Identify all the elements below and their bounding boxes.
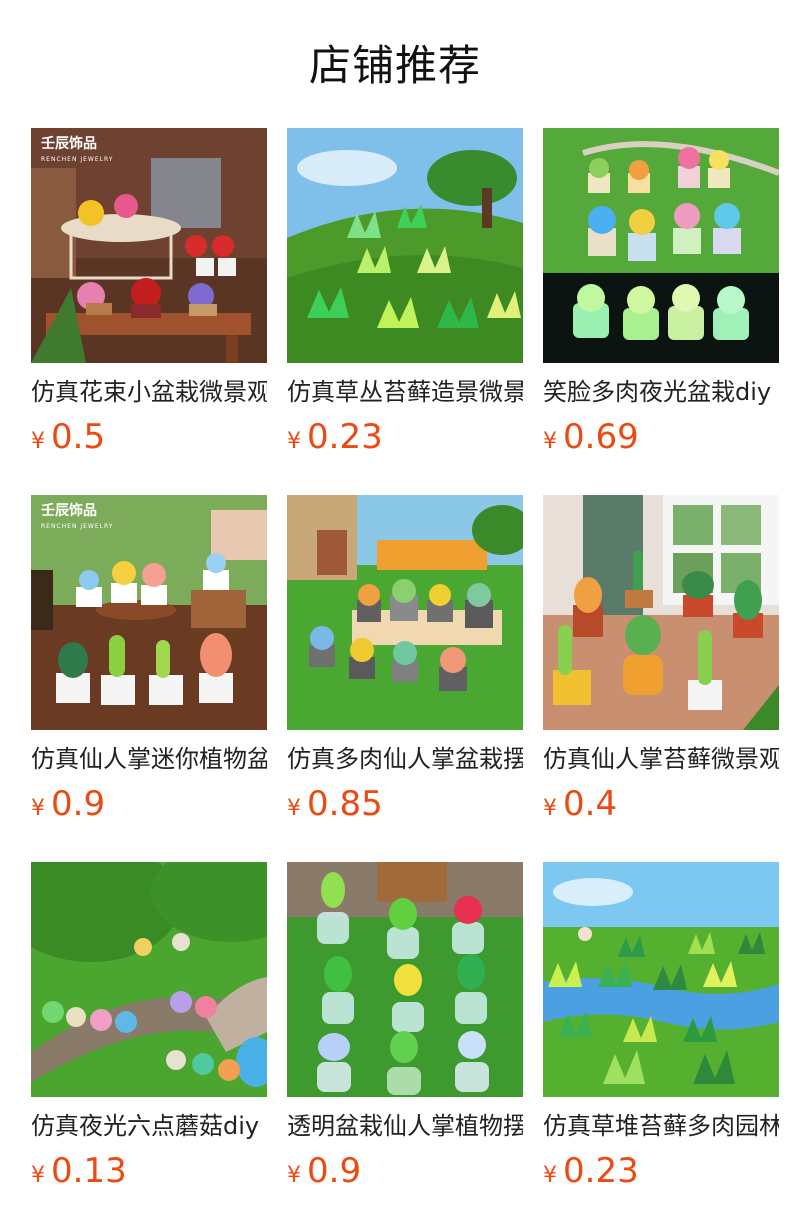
product-price: ¥0.9 <box>31 782 105 826</box>
product-card[interactable]: 仿真多肉仙人掌盆栽摆件 ¥0.85 <box>287 495 523 835</box>
currency-symbol: ¥ <box>31 1163 45 1188</box>
price-value: 0.85 <box>307 784 383 824</box>
currency-symbol: ¥ <box>543 1163 557 1188</box>
product-image-succulent-pots[interactable] <box>287 495 523 730</box>
currency-symbol: ¥ <box>543 429 557 454</box>
product-image-glowing-succulents[interactable] <box>543 128 779 363</box>
product-card[interactable]: 仿真夜光六点蘑菇diy ¥0.13 <box>31 862 267 1202</box>
product-name[interactable]: 仿真草丛苔藓造景微景观 <box>287 374 523 410</box>
product-card[interactable]: 壬辰饰品 RENCHEN JEWELRY 仿真花束小盆栽微景观 ¥0.5 <box>31 128 267 468</box>
product-name[interactable]: 笑脸多肉夜光盆栽diy <box>543 374 779 410</box>
product-price: ¥0.5 <box>31 415 105 459</box>
price-value: 0.23 <box>563 1151 639 1191</box>
product-name[interactable]: 仿真仙人掌迷你植物盆栽 <box>31 741 267 777</box>
product-image-flower-pots[interactable]: 壬辰饰品 RENCHEN JEWELRY <box>31 128 267 363</box>
product-image-cactus-moss[interactable] <box>543 495 779 730</box>
product-image-clear-cactus[interactable] <box>287 862 523 1097</box>
product-image-grass-clumps[interactable] <box>287 128 523 363</box>
product-price: ¥0.23 <box>543 1149 639 1193</box>
product-price: ¥0.4 <box>543 782 617 826</box>
product-name[interactable]: 仿真夜光六点蘑菇diy <box>31 1108 267 1144</box>
product-price: ¥0.69 <box>543 415 639 459</box>
product-name[interactable]: 仿真仙人掌苔藓微景观 <box>543 741 779 777</box>
product-name[interactable]: 透明盆栽仙人掌植物摆件 <box>287 1108 523 1144</box>
price-value: 0.13 <box>51 1151 127 1191</box>
product-price: ¥0.85 <box>287 782 383 826</box>
currency-symbol: ¥ <box>543 796 557 821</box>
currency-symbol: ¥ <box>287 429 301 454</box>
brand-watermark: 壬辰饰品 RENCHEN JEWELRY <box>41 136 114 163</box>
product-price: ¥0.13 <box>31 1149 127 1193</box>
currency-symbol: ¥ <box>31 429 45 454</box>
price-value: 0.69 <box>563 417 639 457</box>
product-card[interactable]: 仿真仙人掌苔藓微景观 ¥0.4 <box>543 495 779 835</box>
product-card[interactable]: 仿真草堆苔藓多肉园林 ¥0.23 <box>543 862 779 1202</box>
product-name[interactable]: 仿真草堆苔藓多肉园林 <box>543 1108 779 1144</box>
currency-symbol: ¥ <box>287 796 301 821</box>
price-value: 0.9 <box>51 784 106 824</box>
product-image-grass-moss[interactable] <box>543 862 779 1097</box>
product-card[interactable]: 壬辰饰品 RENCHEN JEWELRY 仿真仙人掌迷你植物盆栽 ¥0.9 <box>31 495 267 835</box>
product-image-mini-cactus[interactable]: 壬辰饰品 RENCHEN JEWELRY <box>31 495 267 730</box>
product-price: ¥0.9 <box>287 1149 361 1193</box>
product-card[interactable]: 笑脸多肉夜光盆栽diy ¥0.69 <box>543 128 779 468</box>
product-name[interactable]: 仿真多肉仙人掌盆栽摆件 <box>287 741 523 777</box>
price-value: 0.9 <box>307 1151 362 1191</box>
product-image-glow-mushrooms[interactable] <box>31 862 267 1097</box>
product-price: ¥0.23 <box>287 415 383 459</box>
price-value: 0.4 <box>563 784 618 824</box>
page-title: 店铺推荐 <box>308 41 481 90</box>
product-card[interactable]: 透明盆栽仙人掌植物摆件 ¥0.9 <box>287 862 523 1202</box>
price-value: 0.23 <box>307 417 383 457</box>
currency-symbol: ¥ <box>31 796 45 821</box>
brand-watermark: 壬辰饰品 RENCHEN JEWELRY <box>41 503 114 530</box>
price-value: 0.5 <box>51 417 106 457</box>
product-card[interactable]: 仿真草丛苔藓造景微景观 ¥0.23 <box>287 128 523 468</box>
currency-symbol: ¥ <box>287 1163 301 1188</box>
product-name[interactable]: 仿真花束小盆栽微景观 <box>31 374 267 410</box>
